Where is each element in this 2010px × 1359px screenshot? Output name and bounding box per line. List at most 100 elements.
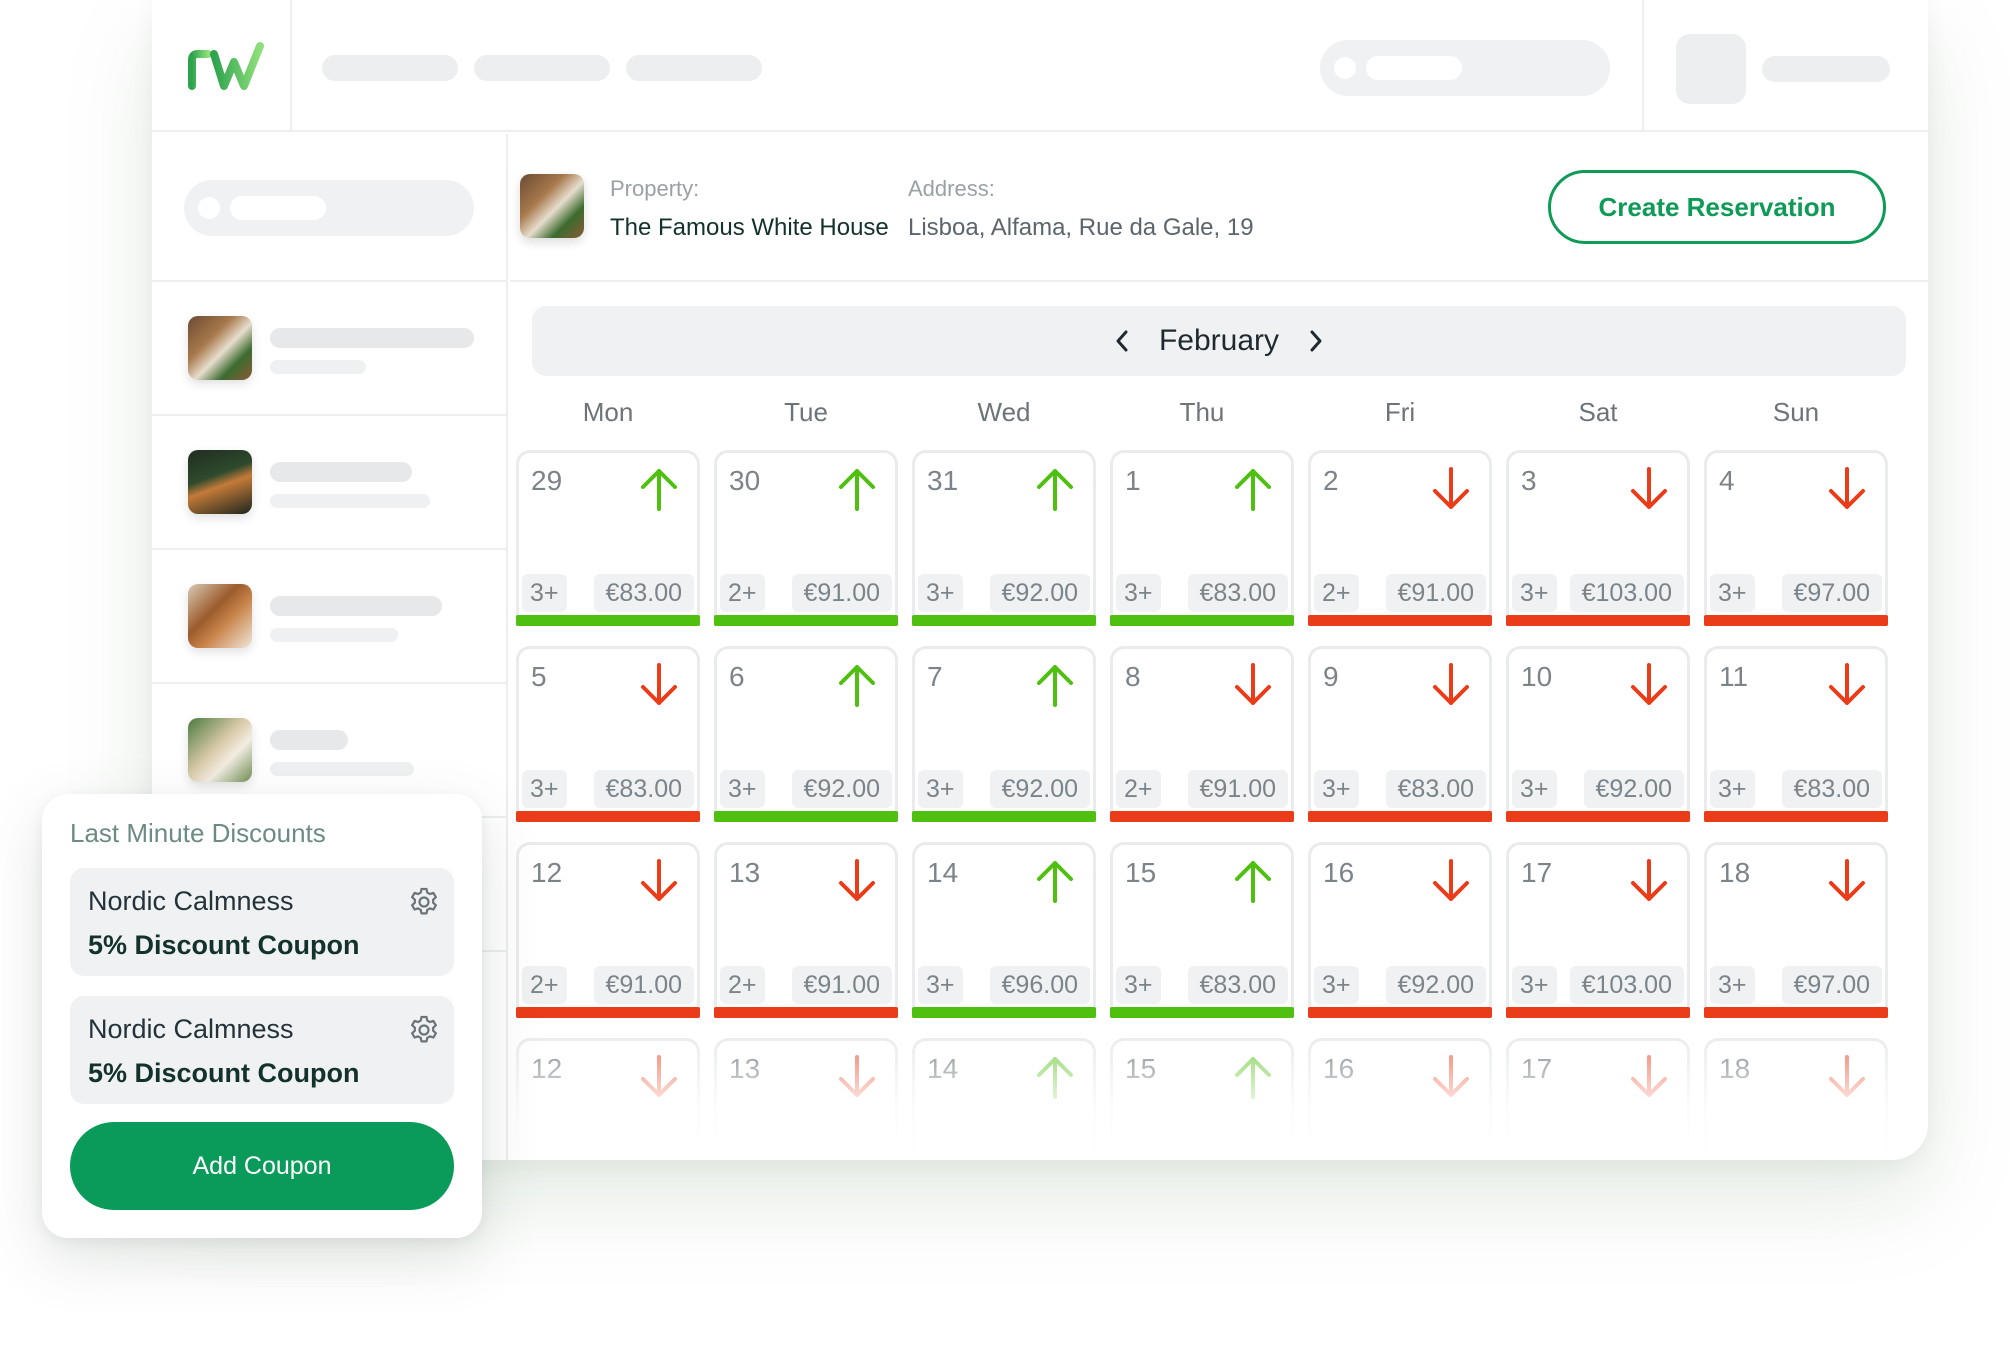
calendar-day[interactable]: 30 2+ €91.00: [714, 450, 898, 626]
add-coupon-button[interactable]: Add Coupon: [70, 1122, 454, 1210]
minimum-stay: 3+: [1710, 966, 1755, 1004]
minimum-stay: 3+: [1314, 966, 1359, 1004]
calendar-day[interactable]: 17 3+ €103.00: [1506, 842, 1690, 1018]
arrow-up-icon: [1235, 469, 1271, 511]
property-thumbnail: [188, 584, 252, 648]
price-trend-bar: [1308, 615, 1492, 626]
calendar-day[interactable]: 7 3+ €92.00: [912, 646, 1096, 822]
rw-logo[interactable]: [186, 40, 266, 92]
calendar-day[interactable]: 13: [714, 1038, 898, 1160]
weekday-label: Mon: [582, 397, 634, 427]
nightly-price: €91.00: [593, 966, 694, 1004]
divider: [1642, 0, 1644, 132]
create-reservation-button[interactable]: Create Reservation: [1548, 170, 1886, 244]
sidebar-search[interactable]: [184, 180, 474, 236]
calendar-day[interactable]: 18 3+ €97.00: [1704, 842, 1888, 1018]
property-label: Property:: [610, 176, 700, 201]
nav-item-placeholder[interactable]: [322, 55, 458, 81]
calendar-day[interactable]: 2 2+ €91.00: [1308, 450, 1492, 626]
arrow-down-icon: [1235, 663, 1271, 705]
property-list-item[interactable]: [152, 548, 508, 682]
calendar-day[interactable]: 29 3+ €83.00: [516, 450, 700, 626]
nightly-price: €91.00: [1385, 574, 1486, 612]
arrow-down-icon: [1433, 467, 1469, 509]
minimum-stay: 3+: [1512, 966, 1557, 1004]
arrow-down-icon: [1829, 859, 1865, 901]
nightly-price: €91.00: [791, 966, 892, 1004]
avatar[interactable]: [1676, 34, 1746, 104]
text-placeholder: [270, 762, 414, 776]
minimum-stay: 2+: [1116, 770, 1161, 808]
calendar-day[interactable]: 16: [1308, 1038, 1492, 1160]
calendar-day[interactable]: 16 3+ €92.00: [1308, 842, 1492, 1018]
weekday-label: Fri: [1384, 397, 1416, 427]
calendar-day[interactable]: 9 3+ €83.00: [1308, 646, 1492, 822]
day-number: 6: [729, 661, 745, 692]
minimum-stay: 3+: [1710, 770, 1755, 808]
nav-item-placeholder[interactable]: [626, 55, 762, 81]
calendar-day[interactable]: 11 3+ €83.00: [1704, 646, 1888, 822]
search-placeholder: [1366, 56, 1462, 80]
property-list-item[interactable]: [152, 414, 508, 548]
price-trend-bar: [1704, 811, 1888, 822]
calendar-day[interactable]: 17: [1506, 1038, 1690, 1160]
price-trend-bar: [516, 615, 700, 626]
coupon-card[interactable]: Nordic Calmness 5% Discount Coupon: [70, 996, 454, 1104]
minimum-stay: 3+: [918, 574, 963, 612]
calendar-day[interactable]: 31 3+ €92.00: [912, 450, 1096, 626]
weekday-label: Sat: [1578, 397, 1618, 427]
price-trend-bar: [1506, 1007, 1690, 1018]
arrow-down-icon: [1829, 1055, 1865, 1097]
calendar-day[interactable]: 5 3+ €83.00: [516, 646, 700, 822]
minimum-stay: 3+: [918, 770, 963, 808]
previous-month-button[interactable]: [1104, 306, 1140, 376]
global-search[interactable]: [1320, 40, 1610, 96]
property-list-item[interactable]: [152, 280, 508, 414]
calendar-day[interactable]: 3 3+ €103.00: [1506, 450, 1690, 626]
calendar-day[interactable]: 12 2+ €91.00: [516, 842, 700, 1018]
arrow-up-icon: [1037, 665, 1073, 707]
minimum-stay: 3+: [1116, 574, 1161, 612]
user-name-placeholder: [1762, 56, 1890, 82]
arrow-down-icon: [839, 1055, 875, 1097]
minimum-stay: 3+: [1512, 574, 1557, 612]
arrow-down-icon: [1631, 467, 1667, 509]
weekday-label: Thu: [1179, 397, 1225, 427]
price-trend-bar: [1506, 811, 1690, 822]
calendar-day[interactable]: 14: [912, 1038, 1096, 1160]
calendar-day[interactable]: 1 3+ €83.00: [1110, 450, 1294, 626]
day-number: 12: [531, 857, 563, 888]
gear-icon[interactable]: [408, 886, 440, 918]
calendar-day[interactable]: 18: [1704, 1038, 1888, 1160]
minimum-stay: 2+: [1314, 574, 1359, 612]
calendar-day[interactable]: 14 3+ €96.00: [912, 842, 1096, 1018]
day-number: 17: [1521, 857, 1553, 888]
coupon-card[interactable]: Nordic Calmness 5% Discount Coupon: [70, 868, 454, 976]
calendar-day[interactable]: 15: [1110, 1038, 1294, 1160]
property-name: The Famous White House: [610, 214, 889, 241]
minimum-stay: 3+: [1116, 966, 1161, 1004]
gear-icon[interactable]: [408, 1014, 440, 1046]
calendar-day[interactable]: 13 2+ €91.00: [714, 842, 898, 1018]
calendar-day[interactable]: 8 2+ €91.00: [1110, 646, 1294, 822]
text-placeholder: [270, 596, 442, 616]
nightly-price: €97.00: [1781, 574, 1882, 612]
calendar-day[interactable]: 4 3+ €97.00: [1704, 450, 1888, 626]
coupon-description: 5% Discount Coupon: [88, 930, 360, 960]
calendar-day[interactable]: 15 3+ €83.00: [1110, 842, 1294, 1018]
nav-item-placeholder[interactable]: [474, 55, 610, 81]
nightly-price: €91.00: [791, 574, 892, 612]
calendar-day[interactable]: 10 3+ €92.00: [1506, 646, 1690, 822]
nightly-price: €103.00: [1569, 966, 1684, 1004]
calendar-day[interactable]: 6 3+ €92.00: [714, 646, 898, 822]
day-number: 5: [531, 661, 547, 692]
arrow-up-icon: [1037, 1057, 1073, 1099]
calendar-day[interactable]: 12: [516, 1038, 700, 1160]
price-trend-bar: [912, 1007, 1096, 1018]
arrow-down-icon: [839, 859, 875, 901]
next-month-button[interactable]: [1298, 306, 1334, 376]
coupon-description: 5% Discount Coupon: [88, 1058, 360, 1088]
nightly-price: €83.00: [593, 770, 694, 808]
top-bar: [152, 0, 1928, 132]
arrow-up-icon: [641, 469, 677, 511]
